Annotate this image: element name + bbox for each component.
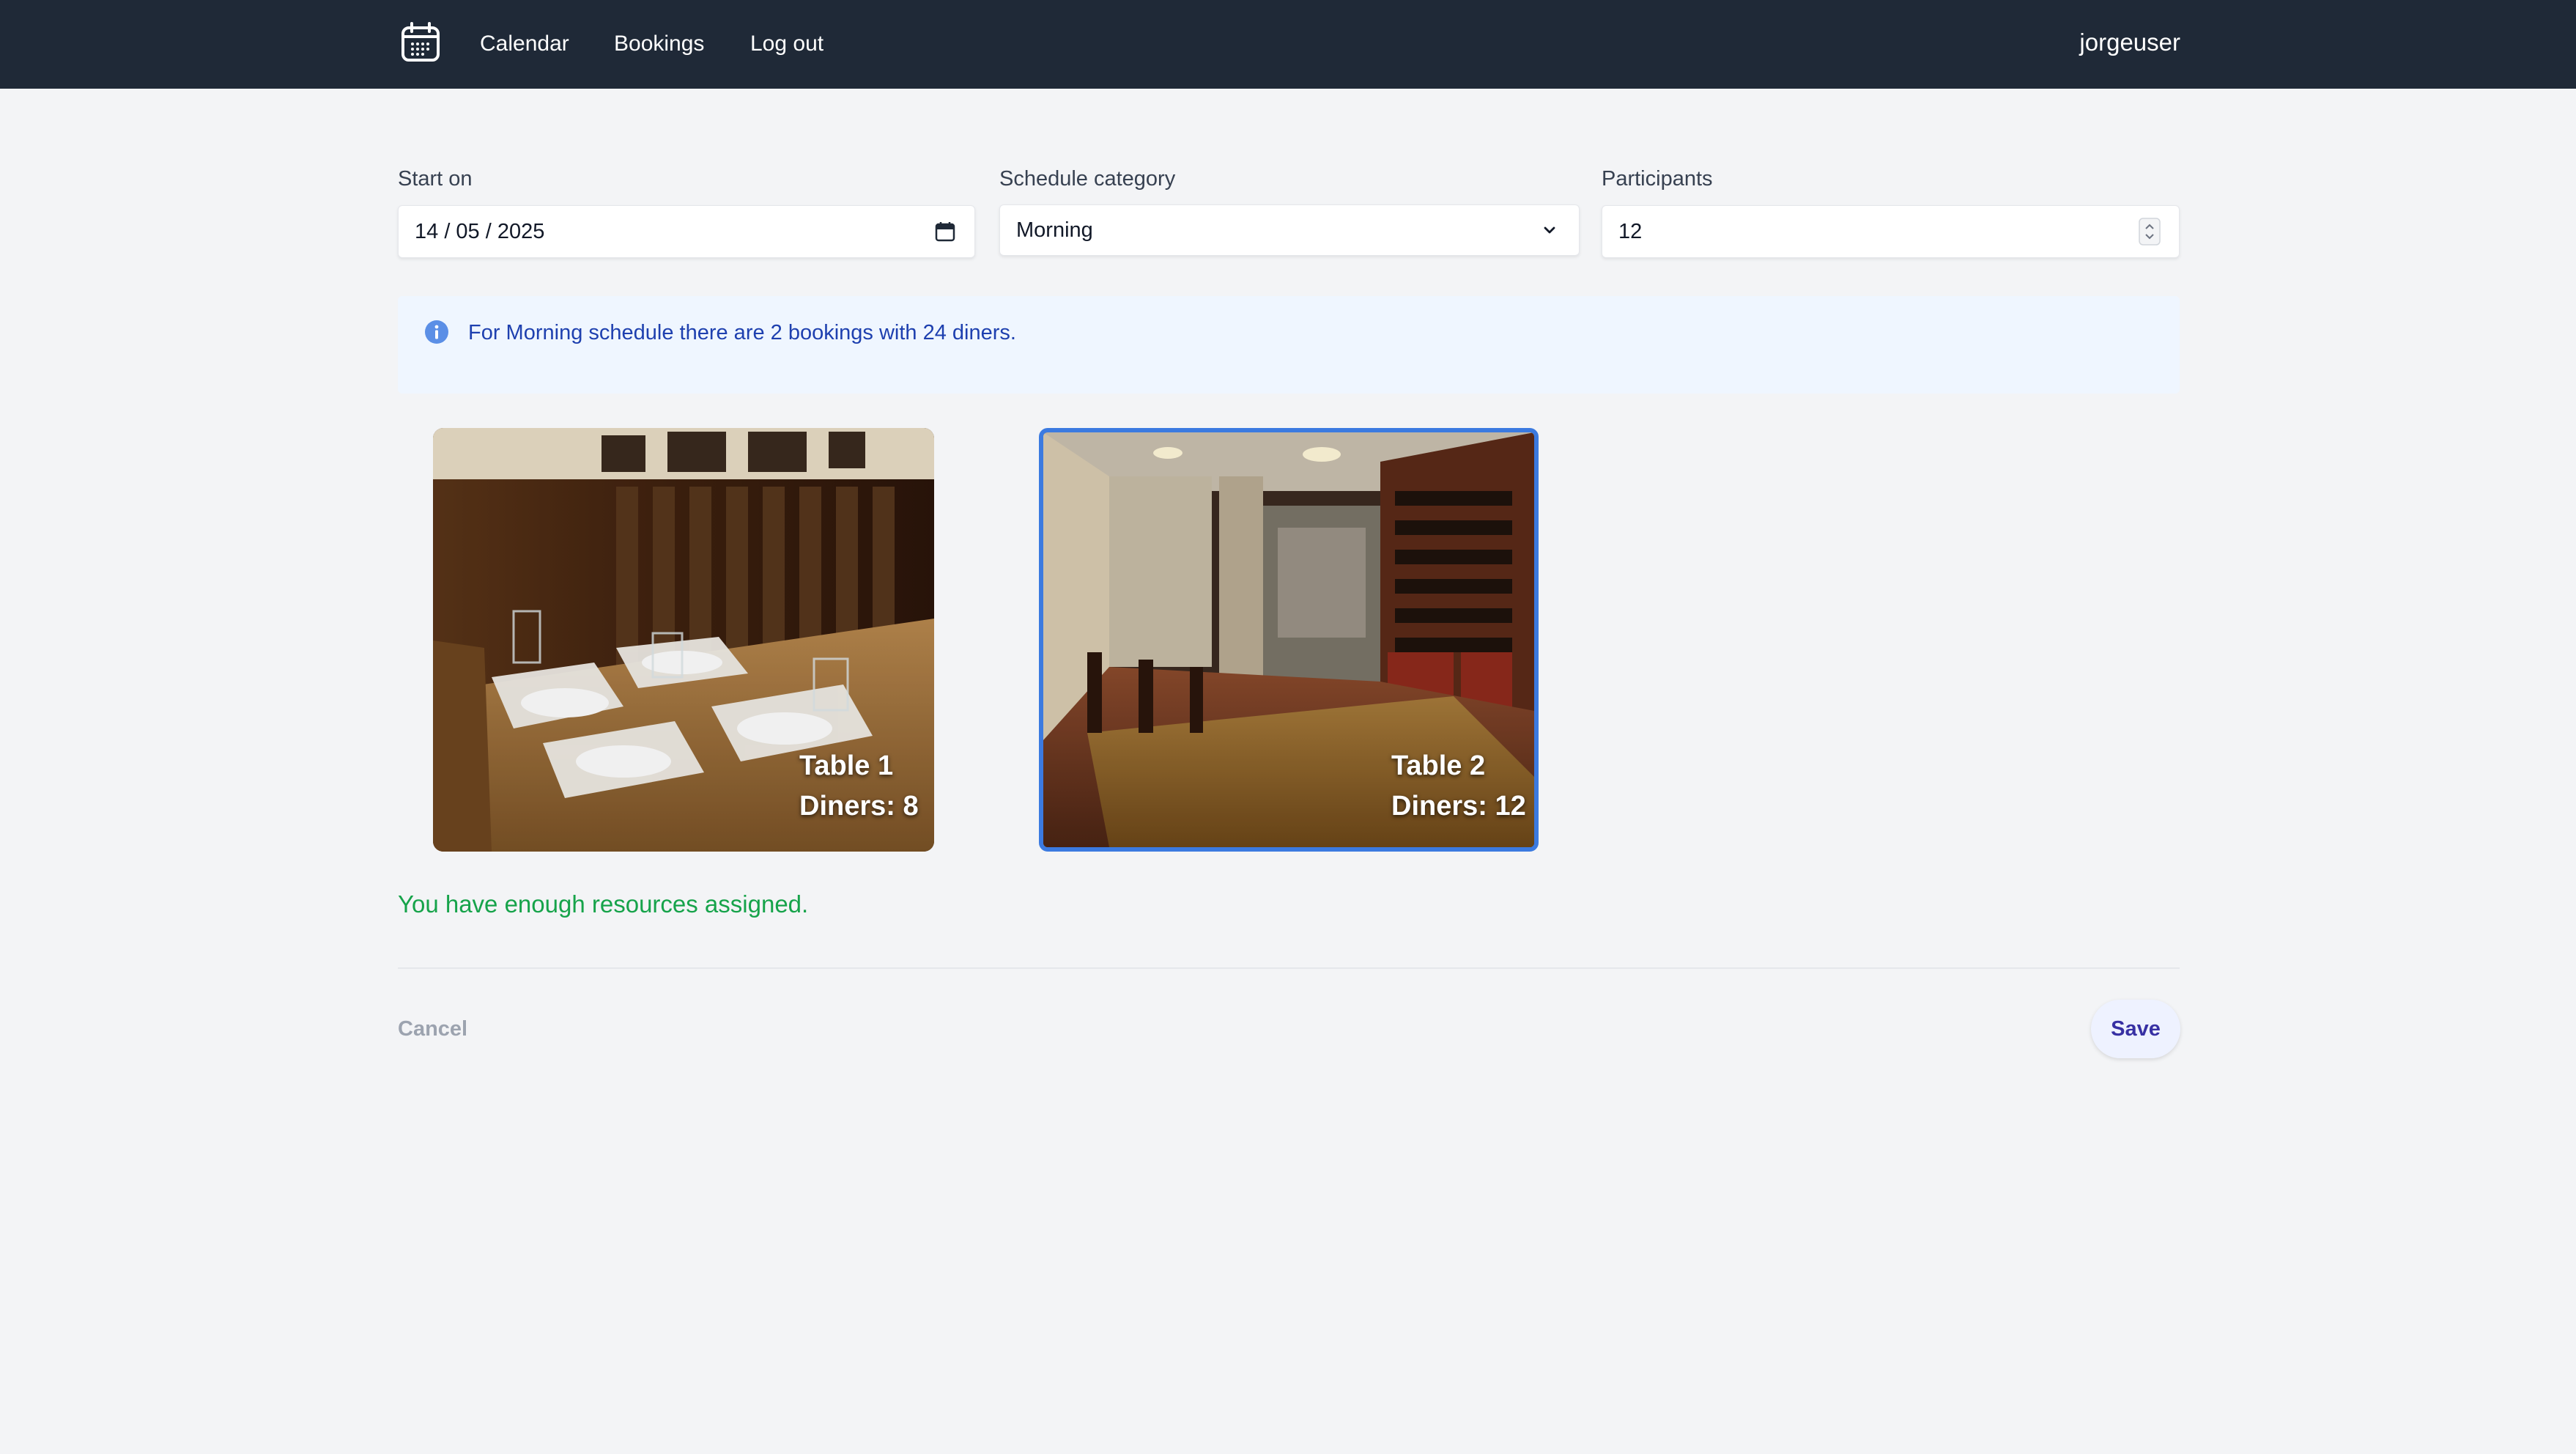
table-2-photo xyxy=(1043,432,1534,847)
start-on-label: Start on xyxy=(398,167,473,191)
nav-bookings-link[interactable]: Bookings xyxy=(614,29,704,59)
save-button[interactable]: Save xyxy=(2091,1000,2180,1058)
footer-divider xyxy=(398,967,2180,969)
info-message: For Morning schedule there are 2 booking… xyxy=(468,321,1016,344)
schedule-category-label: Schedule category xyxy=(999,167,1176,191)
table-1-diners: Diners: 8 xyxy=(799,791,919,822)
resource-card-table-1[interactable]: Table 1 Diners: 8 xyxy=(433,428,934,852)
chevron-down-icon xyxy=(1536,217,1563,243)
participants-value: 12 xyxy=(1618,219,1643,243)
nav-calendar-link[interactable]: Calendar xyxy=(480,29,569,59)
participants-number-input[interactable]: 12 xyxy=(1602,205,2180,258)
calendar-icon[interactable] xyxy=(400,22,441,63)
start-on-date-input[interactable]: 14 / 05 / 2025 xyxy=(398,205,975,258)
username: jorgeuser xyxy=(2079,29,2180,56)
schedule-category-select[interactable]: Morning xyxy=(999,204,1580,256)
info-banner: For Morning schedule there are 2 booking… xyxy=(398,296,2180,394)
table-1-photo xyxy=(433,428,934,852)
table-1-title: Table 1 xyxy=(799,750,894,781)
calendar-picker-icon[interactable] xyxy=(932,218,958,245)
cancel-button[interactable]: Cancel xyxy=(398,1014,467,1044)
start-on-value: 14 / 05 / 2025 xyxy=(415,219,545,243)
table-2-title: Table 2 xyxy=(1391,750,1486,781)
resources-status-message: You have enough resources assigned. xyxy=(398,890,809,918)
nav-logout-link[interactable]: Log out xyxy=(750,29,823,59)
top-navbar: Calendar Bookings Log out jorgeuser xyxy=(0,0,2576,89)
table-2-diners: Diners: 12 xyxy=(1391,791,1526,822)
participants-label: Participants xyxy=(1602,167,1713,191)
resource-card-table-2[interactable]: Table 2 Diners: 12 xyxy=(1039,428,1539,852)
stepper-icon[interactable] xyxy=(2136,218,2163,246)
schedule-category-value: Morning xyxy=(1016,218,1093,242)
info-icon xyxy=(424,320,449,344)
